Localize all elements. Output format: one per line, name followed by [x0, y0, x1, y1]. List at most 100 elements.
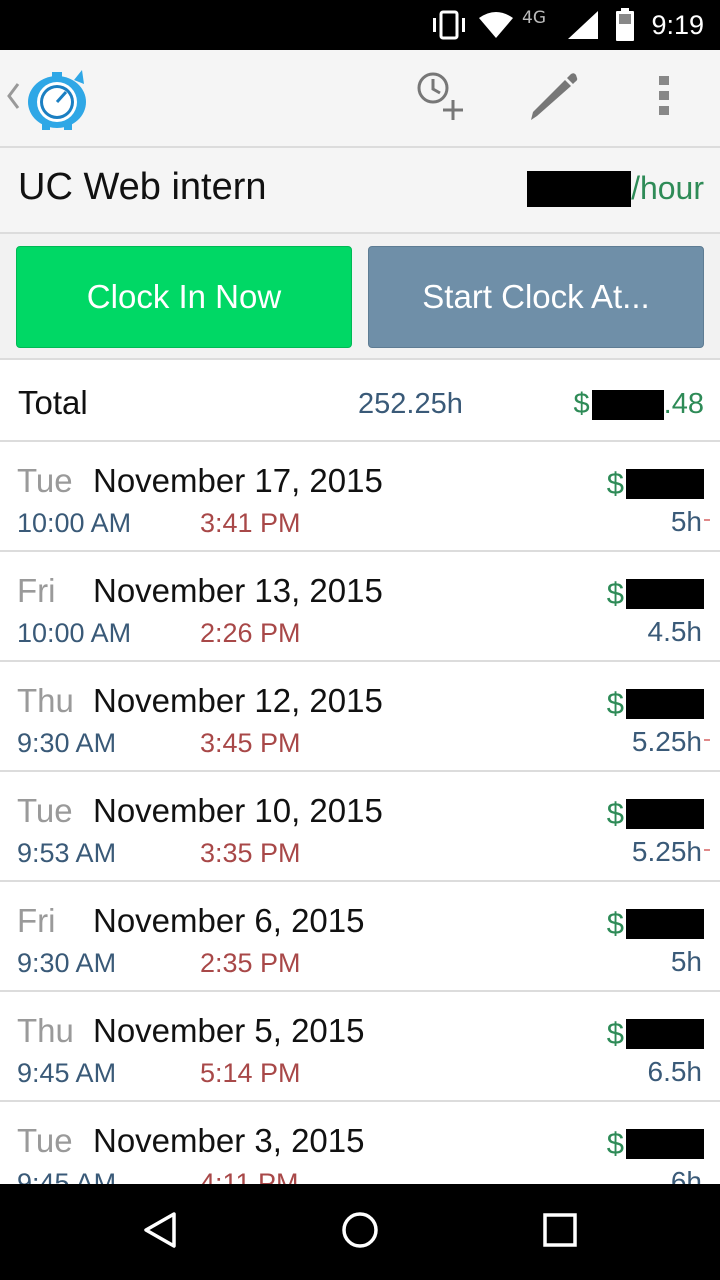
entry-start-time: 10:00 AM [17, 508, 132, 538]
entry-earnings: $ [607, 686, 704, 722]
clock-in-now-button[interactable]: Clock In Now [16, 246, 352, 348]
entry-earnings: $ [607, 466, 704, 502]
entry-date: November 3, 2015 [93, 1122, 365, 1159]
list-item[interactable]: Fri November 6, 2015 9:30 AM 2:35 PM $ 5… [0, 882, 720, 992]
list-item[interactable]: Tue November 3, 2015 9:45 AM 4:11 PM $ 6… [0, 1102, 720, 1184]
entry-duration: 6h [670, 1166, 702, 1184]
entry-date: November 5, 2015 [93, 1012, 365, 1049]
entry-start-time: 10:00 AM [17, 618, 132, 648]
currency-symbol: $ [606, 466, 624, 501]
entry-day-of-week: Thu [17, 1012, 74, 1049]
entry-end-time: 5:14 PM [200, 1058, 301, 1088]
add-time-entry-button[interactable] [396, 50, 486, 146]
list-item[interactable]: Fri November 13, 2015 10:00 AM 2:26 PM $… [0, 552, 720, 662]
battery-icon [614, 0, 636, 50]
entry-date: November 10, 2015 [93, 792, 383, 829]
entry-end-time: 3:35 PM [200, 838, 301, 868]
cell-signal-icon [566, 0, 600, 50]
currency-symbol: $ [606, 1126, 624, 1161]
entry-marker [704, 849, 710, 851]
app-toolbar [0, 50, 720, 148]
total-amount: $ .48 [574, 388, 704, 421]
total-amount-suffix: .48 [663, 388, 704, 420]
entry-date: November 12, 2015 [93, 682, 383, 719]
currency-symbol: $ [606, 796, 624, 831]
entry-date: November 13, 2015 [93, 572, 383, 609]
job-header: UC Web intern /hour [0, 148, 720, 234]
currency-symbol: $ [606, 686, 624, 721]
total-row: Total 252.25h $ .48 [0, 360, 720, 442]
start-clock-at-button[interactable]: Start Clock At... [368, 246, 704, 348]
entry-duration: 4.5h [647, 616, 703, 647]
entry-day-of-week: Tue [17, 1122, 73, 1159]
total-hours: 252.25h [358, 388, 463, 420]
entry-earnings: $ [607, 1016, 704, 1052]
entry-start-time: 9:30 AM [17, 948, 117, 978]
entry-day-of-week: Fri [17, 902, 56, 939]
list-item[interactable]: Tue November 17, 2015 10:00 AM 3:41 PM $… [0, 442, 720, 552]
redacted-earnings [626, 909, 704, 939]
redacted-earnings [626, 579, 704, 609]
redacted-rate-value [527, 170, 632, 207]
currency-symbol: $ [606, 576, 624, 611]
entry-earnings: $ [607, 1126, 704, 1162]
entry-duration: 5.25h [631, 836, 702, 867]
clock-time: 9:19 [651, 9, 704, 40]
pencil-icon [527, 70, 579, 126]
redacted-earnings [626, 1129, 704, 1159]
entry-day-of-week: Tue [17, 462, 73, 499]
overflow-menu-icon [657, 74, 671, 122]
entry-end-time: 2:35 PM [200, 948, 301, 978]
entry-start-time: 9:30 AM [17, 728, 117, 758]
redacted-earnings [626, 1019, 704, 1049]
entry-end-time: 3:45 PM [200, 728, 301, 758]
entry-duration: 6.5h [647, 1056, 703, 1087]
entry-date: November 6, 2015 [93, 902, 365, 939]
redacted-earnings [626, 469, 704, 499]
add-clock-icon [415, 70, 467, 126]
entry-start-time: 9:45 AM [17, 1168, 117, 1184]
rate-suffix: /hour [631, 170, 704, 206]
currency-symbol: $ [606, 1016, 624, 1051]
entry-marker [704, 519, 710, 521]
entry-day-of-week: Thu [17, 682, 74, 719]
list-item[interactable]: Tue November 10, 2015 9:53 AM 3:35 PM $ … [0, 772, 720, 882]
hourly-rate: /hour [527, 170, 704, 207]
system-nav-bar [0, 1184, 720, 1280]
entry-start-time: 9:45 AM [17, 1058, 117, 1088]
chevron-left-icon [6, 82, 20, 114]
entry-day-of-week: Fri [17, 572, 56, 609]
entry-earnings: $ [607, 796, 704, 832]
time-entries-list[interactable]: Tue November 17, 2015 10:00 AM 3:41 PM $… [0, 442, 720, 1184]
redacted-earnings [626, 689, 704, 719]
list-item[interactable]: Thu November 5, 2015 9:45 AM 5:14 PM $ 6… [0, 992, 720, 1102]
nav-back-button[interactable] [100, 1184, 220, 1280]
list-item[interactable]: Thu November 12, 2015 9:30 AM 3:45 PM $ … [0, 662, 720, 772]
status-bar: 4G 9:19 [0, 0, 720, 50]
nav-home-button[interactable] [300, 1184, 420, 1280]
recents-square-icon [542, 1212, 578, 1252]
entry-start-time: 9:53 AM [17, 838, 117, 868]
currency-symbol: $ [573, 388, 590, 420]
entry-duration: 5.25h [631, 726, 702, 757]
wifi-icon [478, 0, 514, 50]
clock-buttons-row: Clock In Now Start Clock At... [0, 234, 720, 360]
entry-end-time: 2:26 PM [200, 618, 301, 648]
currency-symbol: $ [606, 906, 624, 941]
entry-end-time: 3:41 PM [200, 508, 301, 538]
job-title: UC Web intern [18, 166, 267, 208]
redacted-earnings [626, 799, 704, 829]
nav-recents-button[interactable] [500, 1184, 620, 1280]
entry-duration: 5h [670, 946, 702, 977]
piggy-bank-timer-logo [24, 68, 90, 136]
home-circle-icon [340, 1210, 380, 1254]
home-up-button[interactable] [0, 50, 100, 146]
total-label: Total [18, 384, 88, 421]
entry-day-of-week: Tue [17, 792, 73, 829]
entry-marker [704, 739, 710, 741]
entry-date: November 17, 2015 [93, 462, 383, 499]
entry-duration: 5h [670, 506, 702, 537]
redacted-total-value [591, 389, 664, 420]
edit-job-button[interactable] [508, 50, 598, 146]
overflow-menu-button[interactable] [624, 50, 704, 146]
